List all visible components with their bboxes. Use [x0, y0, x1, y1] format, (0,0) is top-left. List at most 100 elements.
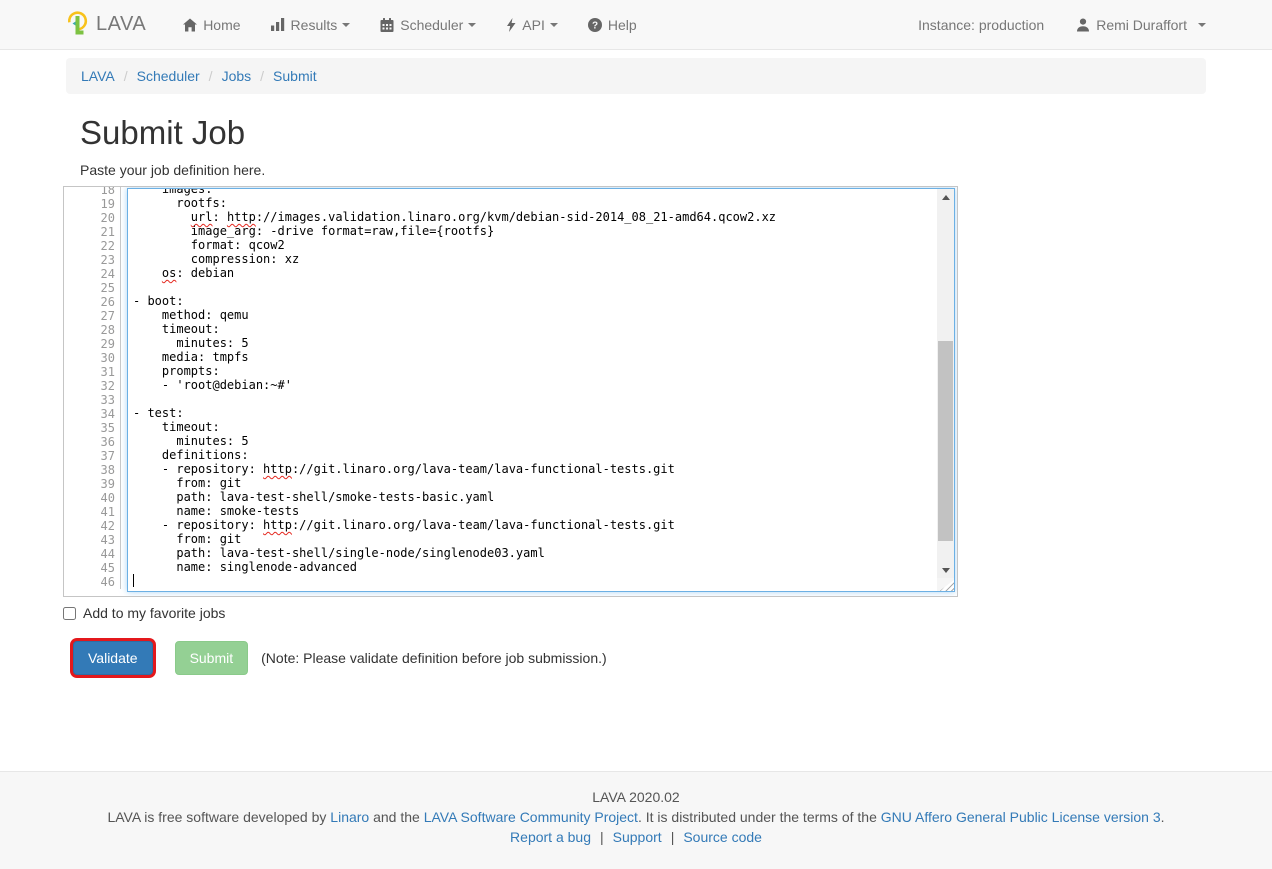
- breadcrumb: LAVA Scheduler Jobs Submit: [66, 58, 1206, 94]
- code-line: from: git: [133, 532, 937, 546]
- line-number: 26: [64, 295, 121, 309]
- code-line: timeout:: [133, 420, 937, 434]
- license-link[interactable]: GNU Affero General Public License versio…: [881, 809, 1161, 825]
- line-number: 19: [64, 197, 121, 211]
- job-definition-textarea[interactable]: images: rootfs: url: http://images.valid…: [127, 188, 955, 592]
- line-number: 30: [64, 351, 121, 365]
- breadcrumb-lava[interactable]: LAVA: [81, 68, 115, 84]
- chevron-down-icon: [1198, 23, 1206, 27]
- footer-text: . It is distributed under the terms of t…: [638, 809, 881, 825]
- user-menu[interactable]: Remi Duraffort: [1076, 17, 1206, 33]
- line-number: 20: [64, 211, 121, 225]
- code-line: path: lava-test-shell/smoke-tests-basic.…: [133, 490, 937, 504]
- calendar-icon: [380, 18, 394, 32]
- code-line: os: debian: [133, 266, 937, 280]
- code-line: timeout:: [133, 322, 937, 336]
- favorite-checkbox[interactable]: [63, 607, 76, 620]
- code-line: from: git: [133, 476, 937, 490]
- line-number: 32: [64, 379, 121, 393]
- code-line: method: qemu: [133, 308, 937, 322]
- footer-version: LAVA 2020.02: [0, 787, 1272, 807]
- footer-links: Report a bug|Support|Source code: [0, 827, 1272, 847]
- code-line: - test:: [133, 406, 937, 420]
- code-line: media: tmpfs: [133, 350, 937, 364]
- line-number: 22: [64, 239, 121, 253]
- code-line: [133, 574, 937, 588]
- code-line: rootfs:: [133, 196, 937, 210]
- line-number: 24: [64, 267, 121, 281]
- code-line: image_arg: -drive format=raw,file={rootf…: [133, 224, 937, 238]
- code-line: - repository: http://git.linaro.org/lava…: [133, 462, 937, 476]
- nav-item-label: Help: [608, 17, 637, 33]
- line-number: 43: [64, 533, 121, 547]
- navbar: LAVA Home Results: [0, 0, 1272, 50]
- scrollbar-track[interactable]: [937, 205, 954, 562]
- nav-item-scheduler[interactable]: Scheduler: [365, 0, 491, 49]
- scrollbar-thumb[interactable]: [938, 341, 953, 541]
- footer-license: LAVA is free software developed by Linar…: [0, 807, 1272, 827]
- line-number: 35: [64, 421, 121, 435]
- nav-item-help[interactable]: ? Help: [573, 0, 652, 49]
- scroll-up-arrow-icon: [942, 195, 950, 200]
- line-number: 31: [64, 365, 121, 379]
- breadcrumb-scheduler[interactable]: Scheduler: [137, 68, 200, 84]
- code-line: - boot:: [133, 294, 937, 308]
- vertical-scrollbar[interactable]: [937, 189, 954, 591]
- breadcrumb-submit[interactable]: Submit: [273, 68, 317, 84]
- line-number: 18: [64, 187, 121, 197]
- scroll-down-arrow-icon: [942, 568, 950, 573]
- chevron-down-icon: [468, 23, 476, 27]
- bolt-icon: [506, 18, 516, 32]
- nav-item-results[interactable]: Results: [256, 0, 366, 49]
- line-number: 23: [64, 253, 121, 267]
- source-code-link[interactable]: Source code: [683, 829, 762, 845]
- report-bug-link[interactable]: Report a bug: [510, 829, 591, 845]
- code-line: path: lava-test-shell/single-node/single…: [133, 546, 937, 560]
- form-actions: Validate Submit (Note: Please validate d…: [73, 641, 1206, 675]
- bar-chart-icon: [271, 18, 285, 31]
- code-line: name: singlenode-advanced: [133, 560, 937, 574]
- line-number: 34: [64, 407, 121, 421]
- code-line: definitions:: [133, 448, 937, 462]
- footer-text: .: [1161, 809, 1165, 825]
- footer-separator: |: [671, 829, 675, 845]
- brand[interactable]: LAVA: [66, 10, 146, 39]
- code-line: [133, 392, 937, 406]
- submit-button[interactable]: Submit: [175, 641, 249, 675]
- nav-item-home[interactable]: Home: [168, 0, 255, 49]
- nav-item-label: Home: [203, 17, 240, 33]
- job-definition-editor: 1819202122232425262728293031323334353637…: [63, 186, 958, 597]
- page: LAVA Home Results: [0, 0, 1272, 869]
- line-number: 27: [64, 309, 121, 323]
- svg-text:?: ?: [592, 20, 598, 31]
- nav-item-api[interactable]: API: [491, 0, 573, 49]
- lava-community-link[interactable]: LAVA Software Community Project: [424, 809, 638, 825]
- linaro-link[interactable]: Linaro: [330, 809, 369, 825]
- page-title: Submit Job: [80, 114, 1206, 152]
- code-line: images:: [133, 188, 937, 196]
- nav-item-label: Scheduler: [400, 17, 463, 33]
- validation-note: (Note: Please validate definition before…: [261, 650, 607, 666]
- line-number: 41: [64, 505, 121, 519]
- scroll-down-button[interactable]: [937, 562, 954, 578]
- line-number: 21: [64, 225, 121, 239]
- lava-logo-icon: [66, 10, 89, 39]
- page-subtitle: Paste your job definition here.: [80, 162, 1206, 178]
- line-number: 40: [64, 491, 121, 505]
- validate-button[interactable]: Validate: [73, 641, 153, 675]
- support-link[interactable]: Support: [613, 829, 662, 845]
- code-line: - 'root@debian:~#': [133, 378, 937, 392]
- line-number: 33: [64, 393, 121, 407]
- chevron-down-icon: [550, 23, 558, 27]
- line-number: 36: [64, 435, 121, 449]
- resize-grip-icon[interactable]: [937, 578, 954, 591]
- nav-links: Home Results: [168, 0, 651, 49]
- line-number: 42: [64, 519, 121, 533]
- line-number: 29: [64, 337, 121, 351]
- breadcrumb-jobs[interactable]: Jobs: [222, 68, 252, 84]
- footer-text: and the: [369, 809, 424, 825]
- user-name: Remi Duraffort: [1096, 17, 1187, 33]
- line-number: 25: [64, 281, 121, 295]
- scroll-up-button[interactable]: [937, 189, 954, 205]
- code-line: format: qcow2: [133, 238, 937, 252]
